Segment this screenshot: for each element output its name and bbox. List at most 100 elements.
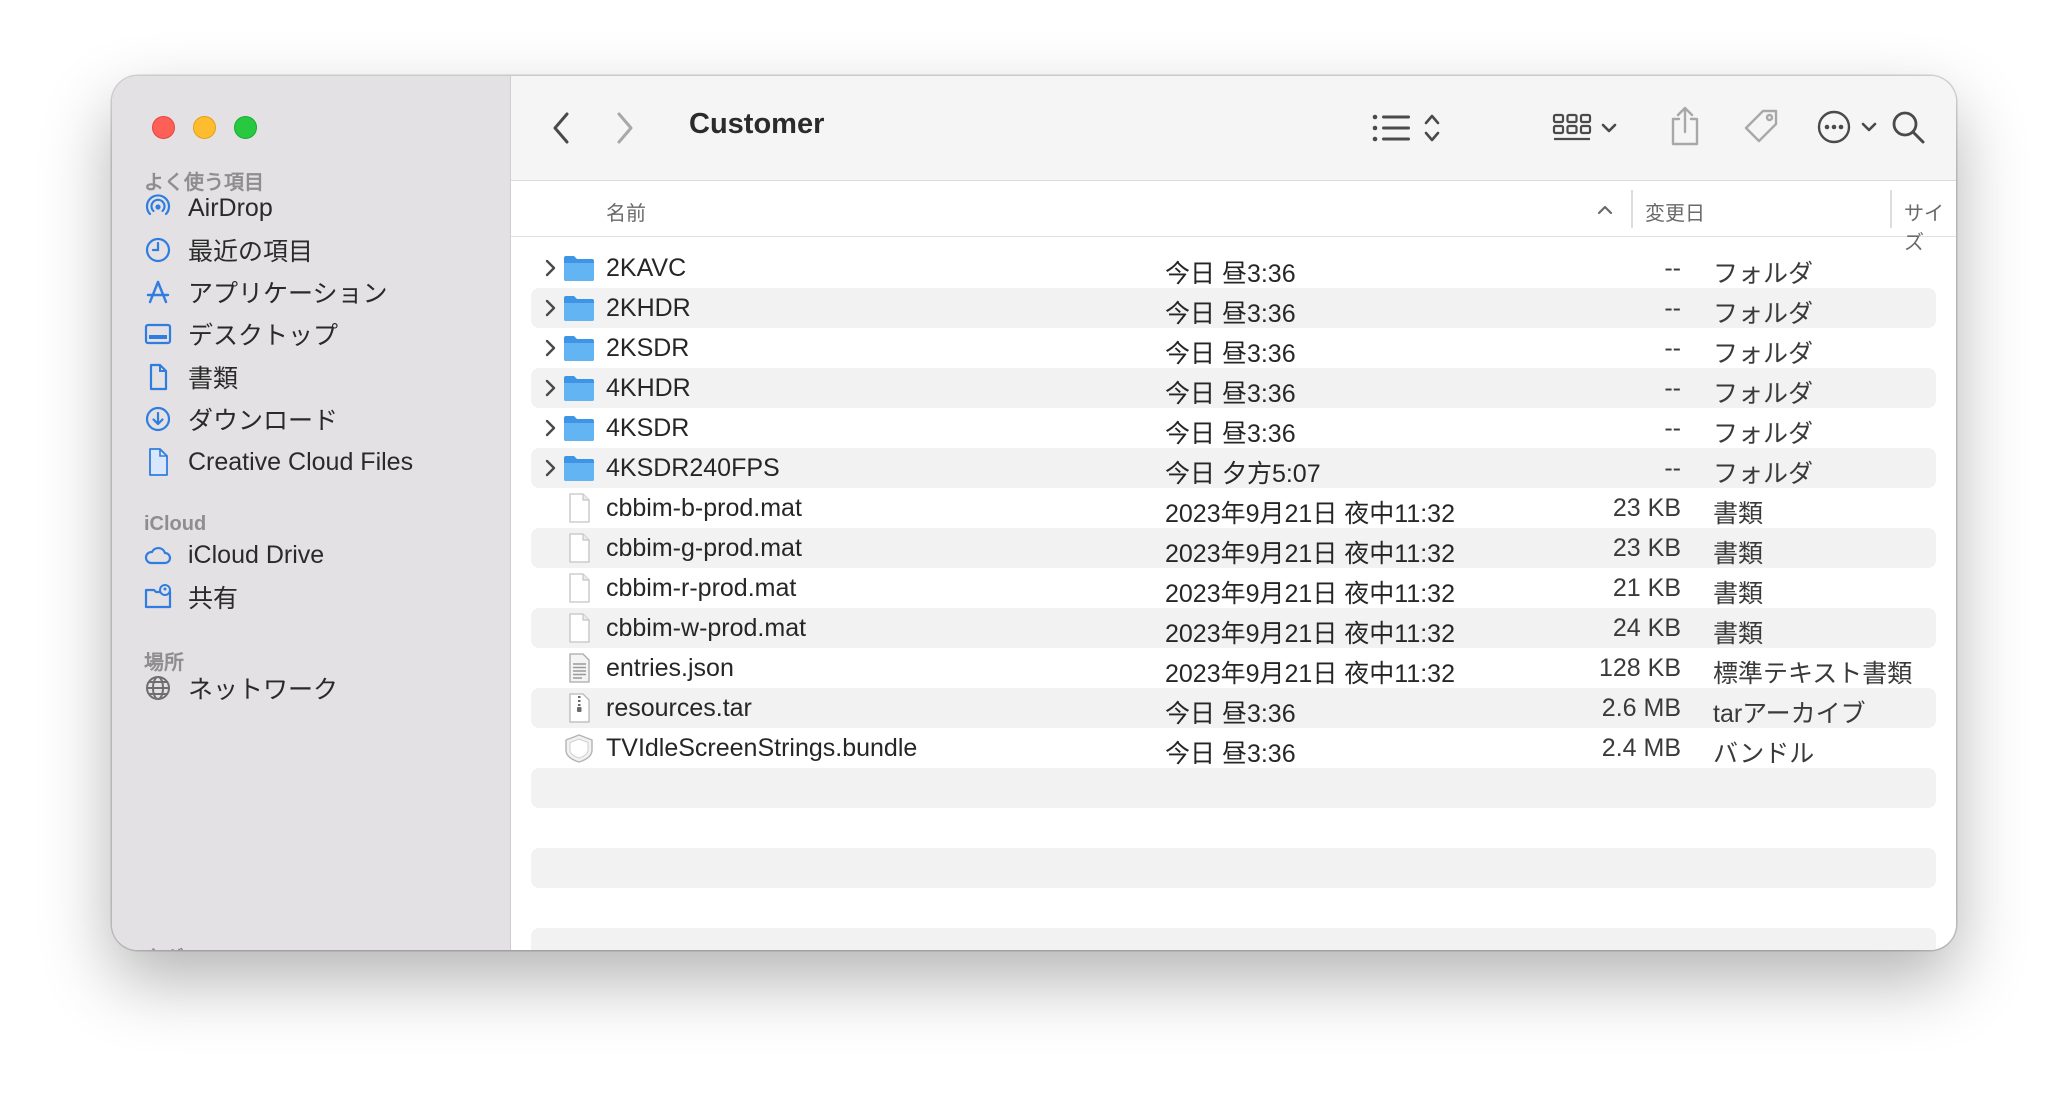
sidebar-item-documents[interactable]: 書類 (142, 357, 238, 397)
sidebar-item-label: AirDrop (188, 193, 273, 222)
disclosure-triangle-icon[interactable] (539, 336, 561, 360)
empty-row (531, 848, 1936, 888)
shared-folder-icon (142, 581, 174, 613)
zoom-button[interactable] (234, 116, 257, 139)
folder-icon (563, 333, 595, 363)
empty-row (531, 768, 1936, 808)
view-mode-button[interactable] (1369, 106, 1445, 150)
sidebar-item-recents[interactable]: 最近の項目 (142, 230, 313, 270)
file-date-modified: 今日 昼3:36 (1165, 700, 1296, 728)
file-name: 4KSDR240FPS (606, 454, 780, 482)
document-icon (563, 533, 595, 563)
file-date-modified: 今日 昼3:36 (1165, 340, 1296, 368)
disclosure-triangle-icon[interactable] (539, 296, 561, 320)
share-icon (1671, 106, 1699, 146)
file-row[interactable]: resources.tar 今日 昼3:36 2.6 MB tarアーカイブ (531, 688, 1936, 728)
text-icon (563, 653, 595, 683)
file-kind: 書類 (1713, 620, 1764, 648)
cloud-icon (142, 539, 174, 571)
file-row[interactable]: 4KHDR 今日 昼3:36 -- フォルダ (531, 368, 1936, 408)
more-actions-button[interactable] (1809, 104, 1885, 150)
sidebar-item-label: iCloud Drive (188, 540, 325, 569)
sidebar-item-creative-cloud-files[interactable]: Creative Cloud Files (142, 442, 413, 482)
close-button[interactable] (152, 116, 175, 139)
group-button[interactable] (1547, 106, 1623, 150)
disclosure-triangle-icon[interactable] (539, 416, 561, 440)
back-button[interactable] (541, 106, 581, 150)
sidebar-item-network[interactable]: ネットワーク (142, 668, 338, 708)
file-date-modified: 今日 昼3:36 (1165, 260, 1296, 288)
minimize-button[interactable] (193, 116, 216, 139)
column-size-header[interactable]: サイズ (1904, 197, 1956, 255)
chevron-updown-icon (1424, 114, 1440, 142)
file-date-modified: 2023年9月21日 夜中11:32 (1165, 620, 1455, 648)
disclosure-triangle-icon[interactable] (539, 376, 561, 400)
sidebar-item-label: 共有 (188, 585, 239, 613)
tag-icon (1744, 109, 1778, 143)
forward-button[interactable] (605, 106, 645, 150)
file-kind: フォルダ (1713, 460, 1814, 488)
file-row[interactable]: cbbim-g-prod.mat 2023年9月21日 夜中11:32 23 KB 書… (531, 528, 1936, 568)
file-name: 2KSDR (606, 334, 690, 362)
column-divider[interactable] (1631, 190, 1633, 228)
toolbar: Customer (511, 76, 1956, 181)
folder-icon (563, 413, 595, 443)
folder-icon (563, 373, 595, 403)
sidebar-item-airdrop[interactable]: AirDrop (142, 188, 273, 228)
file-row[interactable]: TVIdleScreenStrings.bundle 今日 昼3:36 2.4 MB… (531, 728, 1936, 768)
file-row[interactable]: entries.json 2023年9月21日 夜中11:32 128 KB 標準テキ… (531, 648, 1936, 688)
file-row[interactable]: 4KSDR240FPS 今日 夕方5:07 -- フォルダ (531, 448, 1936, 488)
file-date-modified: 2023年9月21日 夜中11:32 (1165, 500, 1455, 528)
chevron-down-icon (1601, 123, 1617, 133)
disclosure-triangle-icon[interactable] (539, 456, 561, 480)
file-icon (142, 446, 174, 478)
share-button[interactable] (1663, 100, 1707, 152)
file-row[interactable]: 2KAVC 今日 昼3:36 -- フォルダ (531, 248, 1936, 288)
chevron-down-icon (1861, 122, 1877, 132)
sidebar-item-label: 最近の項目 (188, 238, 314, 266)
file-name: cbbim-g-prod.mat (606, 534, 802, 562)
column-divider[interactable] (1890, 190, 1892, 228)
sidebar-item-icloud-drive[interactable]: iCloud Drive (142, 535, 324, 575)
file-size: -- (1664, 294, 1681, 322)
file-size: -- (1664, 334, 1681, 362)
ellipsis-circle-icon (1817, 110, 1851, 144)
window-controls (152, 116, 257, 139)
file-date-modified: 今日 夕方5:07 (1165, 460, 1321, 488)
column-date-header[interactable]: 変更日 (1645, 197, 1705, 226)
file-row[interactable]: cbbim-r-prod.mat 2023年9月21日 夜中11:32 21 KB 書… (531, 568, 1936, 608)
file-row[interactable]: 4KSDR 今日 昼3:36 -- フォルダ (531, 408, 1936, 448)
search-button[interactable] (1885, 104, 1931, 150)
sidebar-item-downloads[interactable]: ダウンロード (142, 399, 338, 439)
file-size: 21 KB (1612, 574, 1681, 602)
file-row[interactable]: 2KSDR 今日 昼3:36 -- フォルダ (531, 328, 1936, 368)
file-size: -- (1664, 454, 1681, 482)
sort-ascending-icon[interactable] (1596, 204, 1614, 216)
sidebar: よく使う項目 AirDrop 最近の項目 アプリケーション デスクトップ 書類 … (112, 76, 511, 950)
archive-icon (563, 693, 595, 723)
tag-button[interactable] (1739, 104, 1783, 150)
column-name-header[interactable]: 名前 (606, 197, 646, 226)
sidebar-section-tags: タグ (144, 942, 184, 950)
file-date-modified: 今日 昼3:36 (1165, 300, 1296, 328)
file-kind: 書類 (1713, 500, 1764, 528)
sidebar-item-label: ネットワーク (188, 676, 339, 704)
group-grid-icon (1552, 113, 1592, 141)
file-size: 23 KB (1612, 494, 1681, 522)
file-kind: 標準テキスト書類 (1713, 660, 1913, 688)
file-row[interactable]: cbbim-w-prod.mat 2023年9月21日 夜中11:32 24 KB 書… (531, 608, 1936, 648)
file-name: entries.json (606, 654, 734, 682)
folder-icon (563, 453, 595, 483)
sidebar-item-shared[interactable]: 共有 (142, 577, 238, 617)
sidebar-item-label: Creative Cloud Files (188, 447, 414, 476)
disclosure-triangle-icon[interactable] (539, 256, 561, 280)
search-icon (1892, 111, 1925, 144)
file-kind: 書類 (1713, 540, 1764, 568)
sidebar-item-desktop[interactable]: デスクトップ (142, 314, 338, 354)
file-row[interactable]: cbbim-b-prod.mat 2023年9月21日 夜中11:32 23 KB 書… (531, 488, 1936, 528)
sidebar-item-applications[interactable]: アプリケーション (142, 272, 388, 312)
file-row[interactable]: 2KHDR 今日 昼3:36 -- フォルダ (531, 288, 1936, 328)
document-icon (142, 361, 174, 393)
file-kind: フォルダ (1713, 380, 1814, 408)
file-date-modified: 今日 昼3:36 (1165, 740, 1296, 768)
